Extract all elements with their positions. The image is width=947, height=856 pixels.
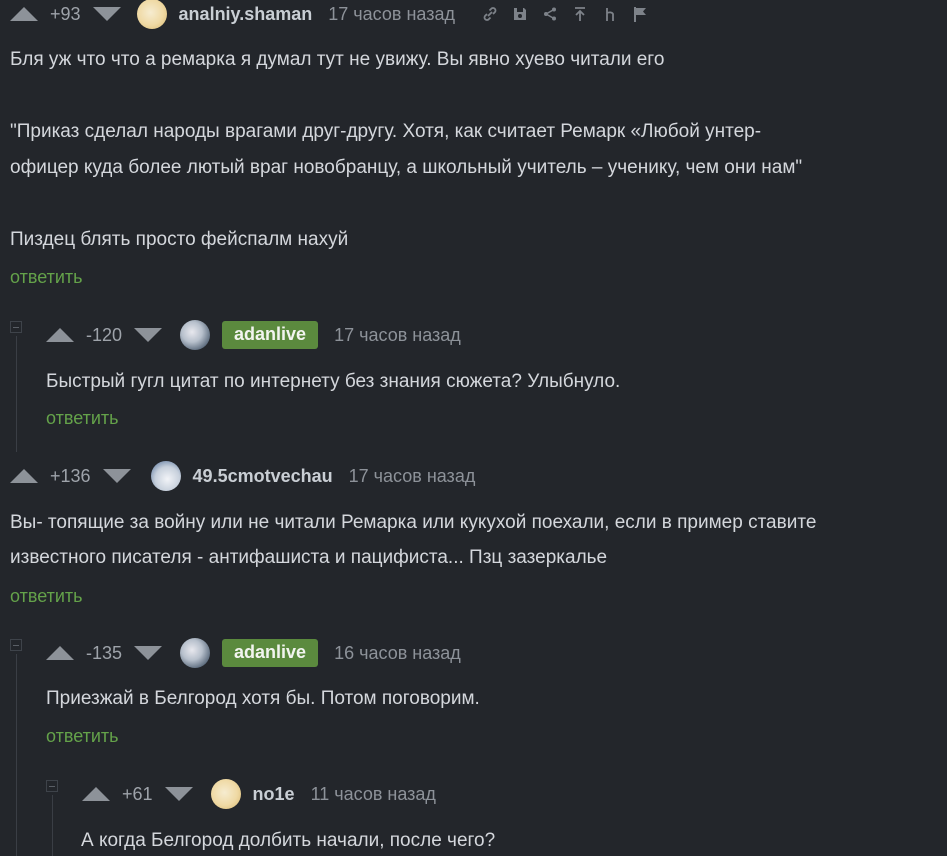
comment-score: +61: [122, 783, 153, 804]
comment-time: 11 часов назад: [310, 783, 436, 804]
upvote-icon[interactable]: [10, 7, 38, 21]
avatar[interactable]: [210, 779, 241, 809]
comment-score: -135: [86, 642, 123, 663]
comment-time: 17 часов назад: [328, 3, 455, 24]
tag-icon[interactable]: [601, 5, 619, 23]
comment-time: 17 часов назад: [334, 324, 461, 345]
downvote-icon[interactable]: [164, 787, 193, 801]
save-icon[interactable]: [511, 5, 529, 23]
comment-text: Приезжай в Белгород хотя бы. Потом погов…: [46, 688, 480, 709]
downvote-icon[interactable]: [134, 646, 163, 660]
upvote-icon[interactable]: [46, 328, 74, 342]
comment-text: офицер куда более лютый враг новобранцу,…: [10, 157, 803, 178]
username[interactable]: analniy.shaman: [179, 4, 313, 25]
avatar[interactable]: [180, 320, 211, 350]
thread-line: [16, 336, 17, 452]
flag-icon[interactable]: [631, 5, 649, 23]
comment-text: Бля уж что что а ремарка я думал тут не …: [10, 49, 665, 70]
comment-header: +136 49.5cmotvechau 17 часов назад: [0, 461, 475, 491]
upvote-icon[interactable]: [10, 469, 38, 483]
reply-link[interactable]: ответить: [10, 267, 83, 288]
downvote-icon[interactable]: [102, 469, 131, 483]
comment-score: -120: [86, 324, 123, 345]
comment-text: известного писателя - антифашиста и паци…: [10, 547, 608, 568]
reply-link[interactable]: ответить: [10, 586, 83, 607]
avatar[interactable]: [180, 638, 211, 668]
avatar[interactable]: [136, 0, 167, 29]
comment-score: +136: [50, 465, 91, 486]
avatar[interactable]: [150, 461, 181, 491]
comment-score: +93: [50, 3, 81, 24]
comment-text: Быстрый гугл цитат по интернету без знан…: [46, 371, 621, 392]
comment-text: Вы- топящие за войну или не читали Ремар…: [10, 512, 817, 533]
comment-time: 16 часов назад: [334, 642, 461, 663]
comment-time: 17 часов назад: [348, 465, 476, 486]
username[interactable]: no1e: [253, 784, 295, 805]
comment-text: "Приказ сделал народы врагами друг-другу…: [10, 121, 762, 142]
upvote-icon[interactable]: [82, 787, 110, 801]
downvote-icon[interactable]: [134, 328, 163, 342]
downvote-icon[interactable]: [92, 7, 121, 21]
reply-link[interactable]: ответить: [46, 726, 119, 747]
comment-text: А когда Белгород долбить начали, после ч…: [81, 830, 496, 851]
upload-icon[interactable]: [571, 5, 589, 23]
link-icon[interactable]: [481, 5, 499, 23]
username-badge[interactable]: adanlive: [222, 639, 319, 667]
comment-header: +93 analniy.shaman 17 часов назад: [0, 0, 649, 29]
comment-text: Пиздец блять просто фейспалм нахуй: [10, 229, 349, 250]
comment-tools: [469, 5, 649, 23]
username-badge[interactable]: adanlive: [222, 321, 319, 349]
comment-header: -135 adanlive 16 часов назад: [0, 638, 461, 668]
reply-link[interactable]: ответить: [46, 408, 119, 429]
upvote-icon[interactable]: [46, 646, 74, 660]
thread-line: [16, 654, 17, 856]
comment-header: +61 no1e 11 часов назад: [0, 779, 436, 809]
comment-header: -120 adanlive 17 часов назад: [0, 320, 461, 350]
share-icon[interactable]: [541, 5, 559, 23]
username[interactable]: 49.5cmotvechau: [193, 466, 333, 487]
